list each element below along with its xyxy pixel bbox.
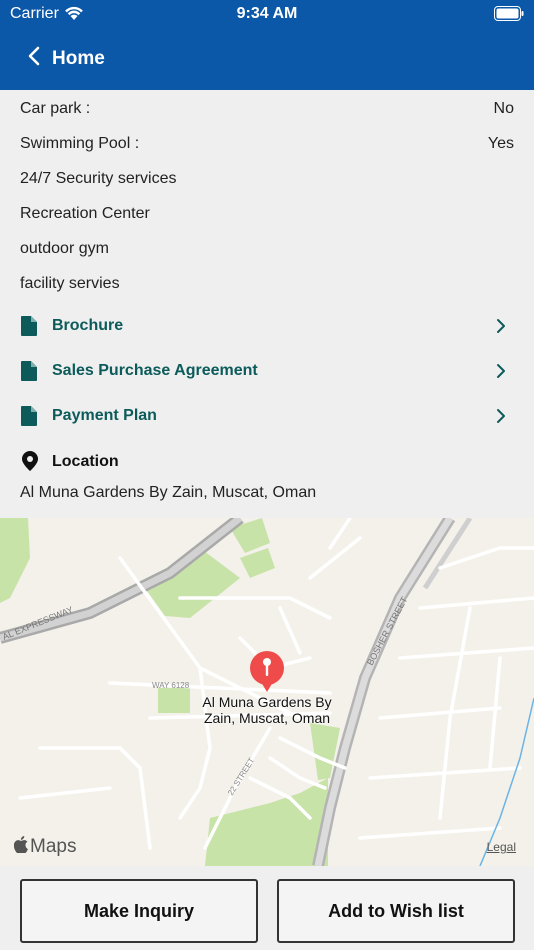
chevron-right-icon — [496, 318, 506, 339]
document-label: Brochure — [52, 317, 124, 334]
maps-brand: Maps — [30, 836, 77, 857]
road-label-22-street: 22 STREET — [226, 756, 256, 797]
status-bar: Carrier 9:34 AM — [0, 0, 534, 28]
amenity-value: Yes — [487, 135, 514, 152]
document-icon — [21, 316, 37, 341]
amenity-row-gym: outdoor gym — [20, 240, 514, 258]
amenity-label: outdoor gym — [20, 240, 109, 257]
callout-line: Al Muna Gardens By — [202, 694, 332, 710]
document-row-sales-purchase-agreement[interactable]: Sales Purchase Agreement — [20, 359, 514, 387]
document-label: Payment Plan — [52, 407, 157, 424]
location-label: Location — [52, 453, 119, 470]
document-label: Sales Purchase Agreement — [52, 362, 258, 379]
battery-icon — [494, 6, 524, 26]
clock: 9:34 AM — [236, 5, 298, 22]
location-pin-icon — [22, 451, 38, 476]
make-inquiry-button[interactable]: Make Inquiry — [20, 879, 258, 943]
document-row-brochure[interactable]: Brochure — [20, 314, 514, 342]
document-icon — [21, 361, 37, 386]
maps-logo: Maps — [13, 836, 77, 858]
amenity-row-swimming-pool: Swimming Pool : Yes — [20, 135, 514, 153]
amenity-label: Recreation Center — [20, 205, 150, 222]
location-address: Al Muna Gardens By Zain, Muscat, Oman — [20, 484, 317, 501]
amenity-row-recreation: Recreation Center — [20, 205, 514, 223]
back-button[interactable]: Home — [28, 46, 105, 71]
amenity-row-facility: facility servies — [20, 275, 514, 293]
action-bar: Make Inquiry Add to Wish list — [0, 866, 534, 950]
chevron-right-icon — [496, 363, 506, 384]
map-pin-icon[interactable] — [249, 650, 285, 697]
document-row-payment-plan[interactable]: Payment Plan — [20, 404, 514, 432]
map-pin-callout: Al Muna Gardens By Zain, Muscat, Oman — [180, 694, 354, 726]
legal-link[interactable]: Legal — [487, 840, 516, 854]
amenity-label: Car park : — [20, 100, 91, 117]
amenity-value: No — [493, 100, 514, 117]
navigation-bar: Home — [0, 28, 534, 90]
chevron-right-icon — [496, 408, 506, 429]
back-label: Home — [52, 47, 105, 69]
road-label-way: WAY 6128 — [152, 681, 190, 690]
amenity-row-security: 24/7 Security services — [20, 170, 514, 188]
callout-line: Zain, Muscat, Oman — [203, 710, 331, 726]
property-details: Car park : No Swimming Pool : Yes 24/7 S… — [0, 90, 534, 518]
amenity-label: 24/7 Security services — [20, 170, 177, 187]
apple-logo-icon — [13, 836, 28, 858]
amenity-label: Swimming Pool : — [20, 135, 140, 152]
amenity-label: facility servies — [20, 275, 120, 292]
document-icon — [21, 406, 37, 431]
amenity-row-car-park: Car park : No — [20, 100, 514, 118]
add-to-wishlist-button[interactable]: Add to Wish list — [277, 879, 515, 943]
chevron-left-icon — [28, 46, 40, 71]
map-view[interactable]: AL EXPRESSWAY BOSHER STREET WAY 6128 22 … — [0, 518, 534, 866]
